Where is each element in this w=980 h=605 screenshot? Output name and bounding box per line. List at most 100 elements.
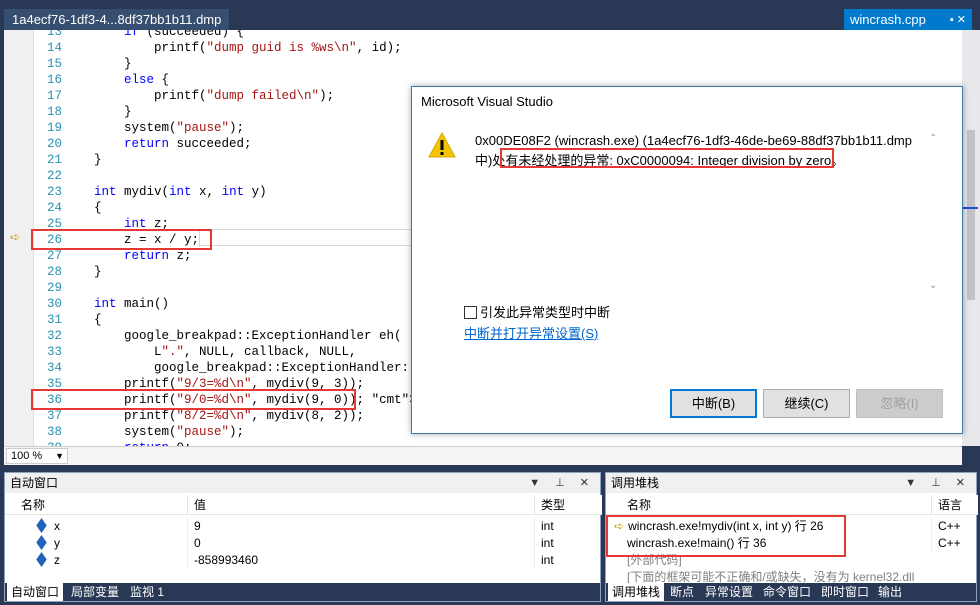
line-number: 23 [46, 185, 62, 199]
autos-pane-title: 自动窗口 ▼ ⊥ ✕ [5, 473, 600, 493]
chevron-up-icon[interactable]: ⌃ [929, 133, 937, 144]
code-text: printf("8/2=%d\n", mydiv(8, 2)); [94, 409, 365, 423]
tab-output[interactable]: 输出 [874, 583, 906, 601]
code-text: return z; [124, 249, 192, 263]
code-text: } [94, 57, 132, 71]
zoom-select[interactable]: 100 % ▼ [6, 448, 68, 464]
call-stack-pane-title: 调用堆栈 ▼ ⊥ ✕ [606, 473, 976, 493]
code-text: int mydiv(int x, int y) [94, 185, 267, 199]
code-text: { [94, 201, 102, 215]
call-stack-bottom-tabs: 调用堆栈 断点 异常设置 命令窗口 即时窗口 输出 [606, 583, 976, 601]
col-header-type[interactable]: 类型 [534, 495, 600, 515]
table-row[interactable]: x 9 int [5, 518, 602, 535]
col-header-name[interactable]: 名称 [621, 495, 931, 515]
line-number: 29 [46, 281, 62, 295]
var-type: int [534, 552, 600, 569]
checkbox-box[interactable] [464, 306, 477, 319]
var-value: 9 [187, 518, 534, 535]
code-text: google_breakpad::ExceptionHandler::HA [94, 361, 432, 375]
exception-dialog: Microsoft Visual Studio 0x00DE08F2 (winc… [411, 86, 963, 434]
line-number: 22 [46, 169, 62, 183]
col-header-language[interactable]: 语言 [931, 495, 976, 515]
variable-icon [36, 518, 47, 533]
code-text: system("pause"); [94, 425, 245, 439]
line-number: 28 [46, 265, 62, 279]
code-text: if (succeeded) { [124, 30, 245, 39]
var-value: -858993460 [187, 552, 534, 569]
variable-icon [36, 535, 47, 550]
table-row[interactable]: z -858993460 int [5, 552, 602, 569]
pane-controls-icons[interactable]: ▼ ⊥ ✕ [529, 473, 595, 493]
line-number: 21 [46, 153, 62, 167]
visual-studio-window: { "tabs": { "left_doc": "1a4ecf76-1df3-4… [0, 0, 980, 605]
variable-icon [36, 552, 47, 567]
chevron-down-icon: ▼ [55, 451, 64, 461]
var-name: y [54, 536, 60, 550]
zoom-value: 100 % [11, 450, 43, 462]
autos-title-label: 自动窗口 [10, 476, 59, 490]
code-text: } [94, 105, 132, 119]
line-number: 32 [46, 329, 62, 343]
code-line[interactable]: 14 printf("dump guid is %ws\n", id); [34, 40, 954, 56]
tab-command-window[interactable]: 命令窗口 [759, 583, 815, 601]
line-number: 17 [46, 89, 62, 103]
table-row[interactable]: y 0 int [5, 535, 602, 552]
tab-breakpoints[interactable]: 断点 [666, 583, 698, 601]
highlight-box-line-36 [31, 389, 356, 410]
call-stack-pane: 调用堆栈 ▼ ⊥ ✕ 名称 语言 ➪ wincrash.exe!mydiv(int… [605, 472, 978, 602]
tab-dmp-file[interactable]: 1a4ecf76-1df3-4...8df37bb1b11.dmp [4, 9, 230, 31]
instruction-pointer-icon: ➪ [10, 230, 21, 244]
var-name: x [54, 519, 60, 533]
tab-exception-settings[interactable]: 异常设置 [701, 583, 757, 601]
break-button[interactable]: 中断(B) [670, 389, 757, 418]
line-number: 18 [46, 105, 62, 119]
line-number: 38 [46, 425, 62, 439]
tab-watch-1[interactable]: 监视 1 [126, 583, 168, 601]
tab-autos[interactable]: 自动窗口 [7, 583, 64, 601]
open-exception-settings-link[interactable]: 中断并打开异常设置(S) [464, 323, 598, 342]
tab-call-stack[interactable]: 调用堆栈 [608, 583, 665, 601]
tab-locals[interactable]: 局部变量 [67, 583, 123, 601]
col-header-name[interactable]: 名称 [15, 495, 187, 515]
line-number: 27 [46, 249, 62, 263]
line-number: 31 [46, 313, 62, 327]
tab-label: wincrash.cpp [850, 12, 926, 27]
tab-wincrash-cpp[interactable]: wincrash.cpp ▪ ✕ [844, 9, 972, 31]
code-text: printf("dump failed\n"); [94, 89, 335, 103]
pin-close-icons[interactable]: ▪ ✕ [950, 9, 966, 31]
line-number: 37 [46, 409, 62, 423]
code-text: L".", NULL, callback, NULL, [94, 345, 357, 359]
code-text: google_breakpad::ExceptionHandler eh( [94, 329, 402, 343]
chevron-down-icon[interactable]: ⌄ [929, 280, 937, 291]
editor-zoom-bar: 100 % ▼ [4, 446, 962, 465]
autos-header-row: 名称 值 类型 [5, 495, 602, 515]
col-header-value[interactable]: 值 [187, 495, 534, 515]
highlight-box-call-stack [606, 515, 846, 557]
var-name: z [54, 553, 60, 567]
line-number: 20 [46, 137, 62, 151]
var-value: 0 [187, 535, 534, 552]
code-line[interactable]: 15 } [34, 56, 954, 72]
dialog-title: Microsoft Visual Studio [421, 94, 553, 109]
message-scrollbar[interactable]: ⌃ ⌄ [929, 133, 941, 291]
autos-bottom-tabs: 自动窗口 局部变量 监视 1 [5, 583, 600, 601]
code-text: else { [124, 73, 170, 87]
code-text: printf("dump guid is %ws\n", id); [94, 41, 402, 55]
line-number: 15 [46, 57, 62, 71]
var-type: int [534, 535, 600, 552]
code-line[interactable]: 13 if (succeeded) { [34, 30, 954, 40]
line-number: 24 [46, 201, 62, 215]
checkbox-label: 引发此异常类型时中断 [480, 305, 611, 320]
code-text: { [94, 313, 102, 327]
break-on-exception-checkbox[interactable]: 引发此异常类型时中断 [464, 302, 610, 321]
line-number: 19 [46, 121, 62, 135]
editor-vertical-scrollbar[interactable] [962, 30, 980, 446]
tab-immediate-window[interactable]: 即时窗口 [817, 583, 873, 601]
continue-button[interactable]: 继续(C) [763, 389, 850, 418]
pane-controls-icons[interactable]: ▼ ⊥ ✕ [905, 473, 971, 493]
var-type: int [534, 518, 600, 535]
ignore-button[interactable]: 忽略(I) [856, 389, 943, 418]
document-tab-bar: 1a4ecf76-1df3-4...8df37bb1b11.dmp wincra… [0, 0, 980, 31]
scrollbar-thumb[interactable] [967, 130, 975, 300]
code-text: system("pause"); [94, 121, 245, 135]
